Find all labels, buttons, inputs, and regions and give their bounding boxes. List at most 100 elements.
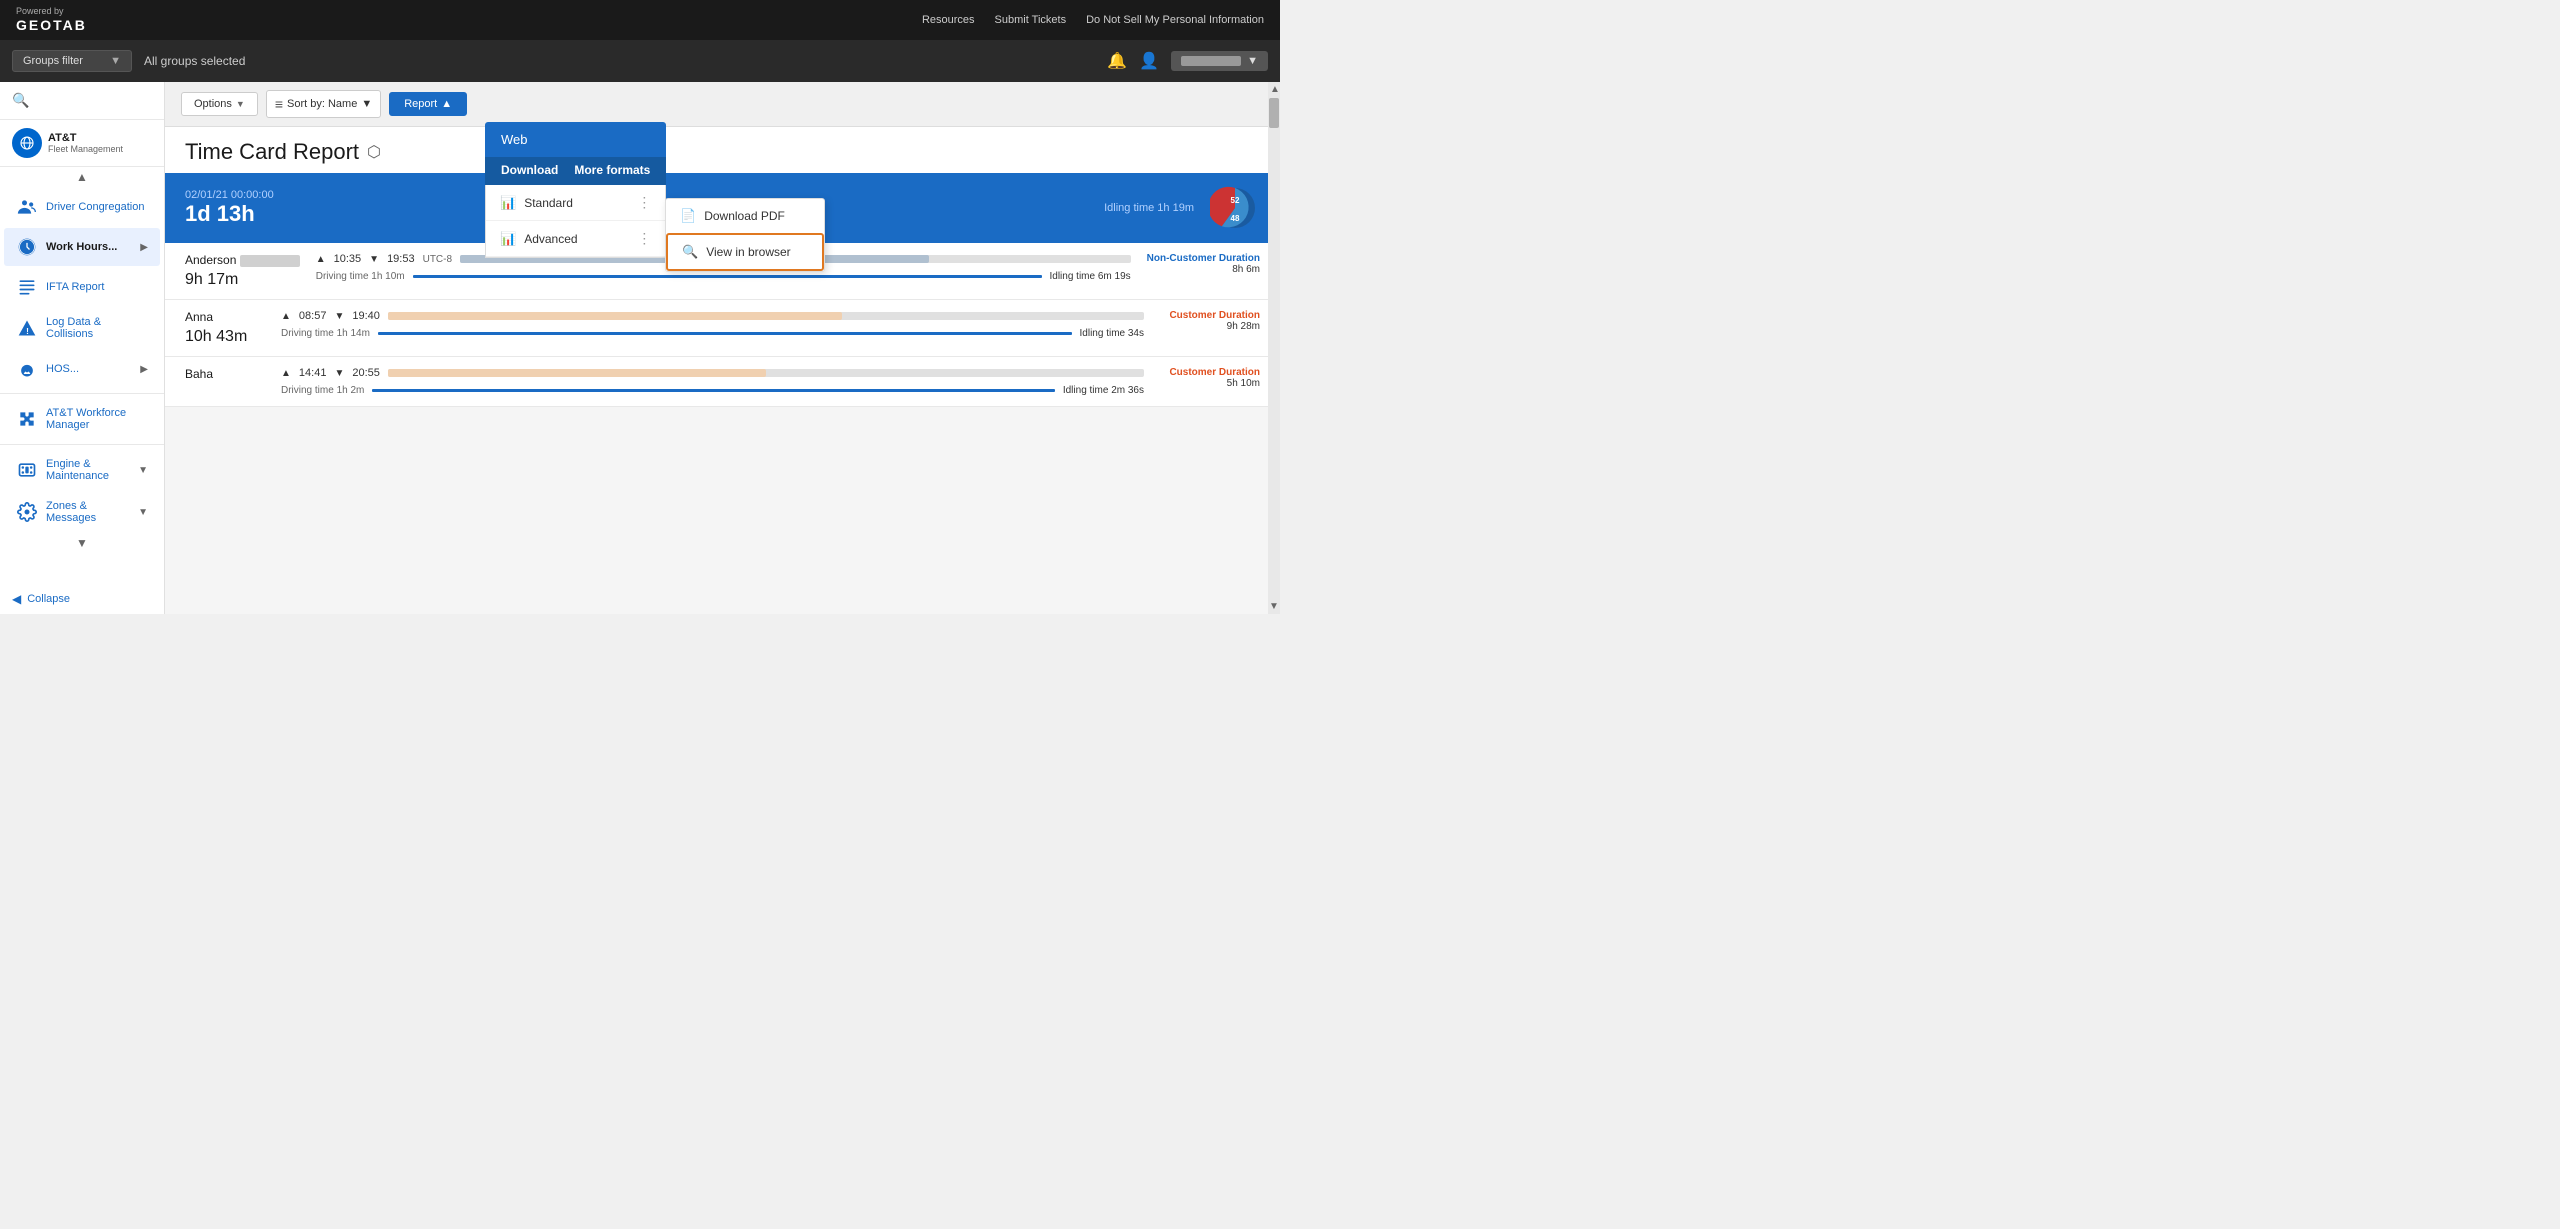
anderson-duration-value: 8h 6m <box>1147 264 1260 275</box>
groups-filter-button[interactable]: Groups filter ▼ <box>12 50 132 72</box>
anna-down-icon: ▼ <box>334 311 344 322</box>
anna-driving-label: Driving time 1h 14m <box>281 328 370 339</box>
report-label: Report <box>404 98 437 110</box>
dropdown-web-item[interactable]: Web <box>485 122 666 157</box>
anna-up-icon: ▲ <box>281 311 291 322</box>
driver-anderson-duration: Non-Customer Duration 8h 6m <box>1147 253 1260 275</box>
driver-anderson-name-col: Anderson 9h 17m <box>185 253 300 289</box>
hos-arrow-icon: ▶ <box>140 364 148 375</box>
dropdown-more-formats-label[interactable]: More formats <box>574 163 650 179</box>
report-button[interactable]: Report ▲ <box>389 92 467 116</box>
baha-schedule-fill <box>388 369 766 377</box>
sidebar-item-zones-messages[interactable]: Zones & Messages ▼ <box>4 492 160 532</box>
anderson-end: 19:53 <box>387 253 415 265</box>
brand-name: AT&T <box>48 132 123 144</box>
anna-start: 08:57 <box>299 310 327 322</box>
clock-icon <box>16 236 38 258</box>
advanced-label: Advanced <box>524 232 577 246</box>
user-name-label <box>1181 56 1241 66</box>
svg-text:!: ! <box>26 326 29 336</box>
sort-arrow-icon: ▼ <box>361 98 372 110</box>
anna-duration-type: Customer Duration <box>1160 310 1260 321</box>
resources-link[interactable]: Resources <box>922 14 975 26</box>
baha-up-icon: ▲ <box>281 368 291 379</box>
report-title-text: Time Card Report <box>185 139 359 165</box>
options-button[interactable]: Options ▼ <box>181 92 258 116</box>
groups-filter-arrow-icon: ▼ <box>110 55 121 67</box>
notification-bell-icon[interactable]: 🔔 <box>1107 51 1127 71</box>
download-pdf-label: Download PDF <box>704 209 785 223</box>
dropdown-standard-item[interactable]: 📊 Standard ⋮ <box>486 185 665 221</box>
engine-maintenance-label: Engine & Maintenance <box>46 458 130 482</box>
sidebar-item-driver-congregation[interactable]: Driver Congregation <box>4 188 160 226</box>
sidebar-search-row: 🔍 <box>0 82 164 120</box>
baha-down-icon: ▼ <box>334 368 344 379</box>
sidebar-scroll-down-button[interactable]: ▼ <box>0 533 164 553</box>
report-title-icon: ⬡ <box>367 142 381 162</box>
user-avatar-icon[interactable]: 👤 <box>1139 51 1159 71</box>
driver-anna-section: Anna 10h 43m ▲ 08:57 ▼ 19:40 <box>165 300 1280 357</box>
scroll-up-arrow[interactable]: ▲ <box>1268 82 1280 97</box>
sidebar-item-log-data[interactable]: ! Log Data & Collisions <box>4 308 160 348</box>
dropdown-format-row: Download More formats <box>485 157 666 185</box>
header-right: 🔔 👤 ▼ <box>1107 51 1268 71</box>
search-browser-icon: 🔍 <box>682 244 698 260</box>
sidebar-collapse-button[interactable]: ◀ Collapse <box>0 584 164 614</box>
anderson-duration-type: Non-Customer Duration <box>1147 253 1260 264</box>
main-layout: 🔍 AT&T Fleet Management ▲ Driver Congre <box>0 82 1280 614</box>
scrollbar[interactable]: ▲ ▼ <box>1268 82 1280 614</box>
anna-schedule-bar <box>388 312 1144 320</box>
view-browser-label: View in browser <box>706 245 790 259</box>
submit-tickets-link[interactable]: Submit Tickets <box>995 14 1067 26</box>
dropdown-download-label[interactable]: Download <box>501 163 558 179</box>
baha-start: 14:41 <box>299 367 327 379</box>
driver-baha-duration: Customer Duration 5h 10m <box>1160 367 1260 389</box>
engine-maintenance-arrow-icon: ▼ <box>138 465 148 476</box>
driver-anna-metrics: Driving time 1h 14m Idling time 34s <box>281 328 1144 339</box>
gauge-icon <box>16 358 38 380</box>
anderson-down-icon: ▼ <box>369 254 379 265</box>
sidebar-item-work-hours[interactable]: Work Hours... ▶ <box>4 228 160 266</box>
sidebar-scroll-up-button[interactable]: ▲ <box>0 167 164 187</box>
scroll-down-arrow[interactable]: ▼ <box>1268 601 1280 612</box>
excel-advanced-icon: 📊 <box>500 231 516 247</box>
driver-anna-duration: Customer Duration 9h 28m <box>1160 310 1260 332</box>
brand-sub: Fleet Management <box>48 144 123 154</box>
sort-button[interactable]: ≡ Sort by: Name ▼ <box>266 90 381 118</box>
search-icon[interactable]: 🔍 <box>12 92 29 109</box>
baha-end: 20:55 <box>352 367 380 379</box>
download-pdf-item[interactable]: 📄 Download PDF <box>666 199 824 233</box>
top-nav-links: Resources Submit Tickets Do Not Sell My … <box>922 14 1264 26</box>
hos-label: HOS... <box>46 363 132 375</box>
user-menu-button[interactable]: ▼ <box>1171 51 1268 71</box>
scrollbar-thumb[interactable] <box>1269 98 1279 128</box>
anna-end: 19:40 <box>352 310 380 322</box>
anna-duration-value: 9h 28m <box>1160 321 1260 332</box>
warning-icon: ! <box>16 317 38 339</box>
sort-label: Sort by: Name <box>287 98 357 110</box>
list-icon <box>16 276 38 298</box>
sidebar-item-engine-maintenance[interactable]: Engine & Maintenance ▼ <box>4 450 160 490</box>
anderson-idling-label: Idling time 6m 19s <box>1050 271 1131 282</box>
content-toolbar: Options ▼ ≡ Sort by: Name ▼ Report ▲ <box>165 82 1280 127</box>
do-not-sell-link[interactable]: Do Not Sell My Personal Information <box>1086 14 1264 26</box>
sidebar-item-ifta-report[interactable]: IFTA Report <box>4 268 160 306</box>
powered-by-text: Powered by GEOTAB <box>16 6 87 34</box>
dropdown-advanced-item[interactable]: 📊 Advanced ⋮ <box>486 221 665 257</box>
baha-duration-value: 5h 10m <box>1160 378 1260 389</box>
anna-idling-label: Idling time 34s <box>1080 328 1144 339</box>
view-in-browser-item[interactable]: 🔍 View in browser <box>666 233 824 271</box>
sidebar-item-att-workforce[interactable]: AT&T Workforce Manager <box>4 399 160 439</box>
dropdown-white: 📊 Standard ⋮ 📊 Advanced ⋮ <box>485 185 666 258</box>
report-header: Time Card Report ⬡ <box>165 127 1280 173</box>
film-icon <box>16 459 38 481</box>
driver-baha-metrics: Driving time 1h 2m Idling time 2m 36s <box>281 385 1144 396</box>
sidebar-item-hos[interactable]: HOS... ▶ <box>4 350 160 388</box>
driver-anna-name: Anna <box>185 310 265 324</box>
baha-duration-type: Customer Duration <box>1160 367 1260 378</box>
sidebar-brand: AT&T Fleet Management <box>0 120 164 167</box>
summary-total: 1d 13h <box>185 201 274 227</box>
advanced-more-icon: ⋮ <box>637 230 651 247</box>
gear-icon <box>16 501 38 523</box>
baha-driving-bar <box>372 389 1054 392</box>
